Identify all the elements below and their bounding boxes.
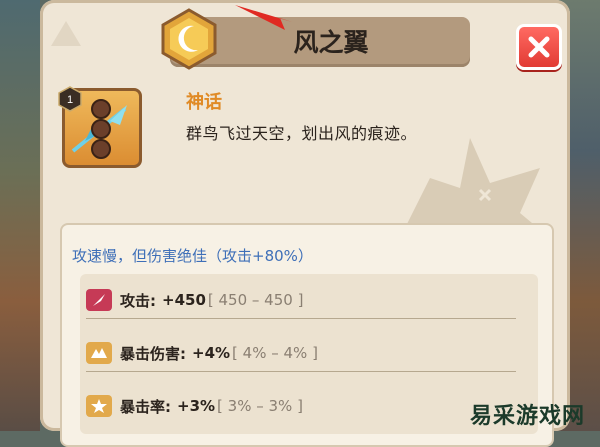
stat-name: 暴击伤害:	[120, 344, 186, 363]
decor-leaf-icon	[51, 21, 81, 46]
stats-intro: 攻速慢，但伤害绝佳（攻击+80%）	[72, 247, 313, 265]
attack-icon	[86, 289, 112, 311]
moon-hexagon-icon	[161, 8, 217, 70]
stat-range: [ 4% – 4% ]	[232, 344, 318, 362]
stat-range: [ 450 – 450 ]	[207, 291, 304, 309]
stat-name: 攻击:	[120, 291, 156, 310]
item-rarity: 神话	[186, 92, 222, 113]
stat-row-attack: 攻击: +450 [ 450 – 450 ]	[86, 287, 303, 313]
background-left	[0, 0, 40, 431]
stat-range: [ 3% – 3% ]	[217, 397, 303, 415]
stat-value: +4%	[192, 344, 231, 362]
red-arrow-icon	[235, 5, 292, 30]
stat-row-crit-rate: 暴击率: +3% [ 3% – 3% ]	[86, 393, 303, 419]
stat-divider	[86, 318, 516, 319]
stat-divider	[86, 371, 516, 372]
stat-value: +450	[162, 291, 206, 309]
stat-value: +3%	[177, 397, 216, 415]
stat-row-crit-damage: 暴击伤害: +4% [ 4% – 4% ]	[86, 340, 318, 366]
site-watermark: 易采游戏网	[470, 403, 586, 429]
crit-damage-icon	[86, 342, 112, 364]
crit-rate-icon	[86, 395, 112, 417]
svg-text:1: 1	[67, 94, 73, 106]
item-description: 群鸟飞过天空，划出风的痕迹。	[186, 124, 418, 143]
close-x-icon	[528, 36, 550, 58]
level-badge: 1	[58, 86, 82, 112]
stat-name: 暴击率:	[120, 397, 171, 416]
close-button[interactable]	[516, 24, 562, 70]
